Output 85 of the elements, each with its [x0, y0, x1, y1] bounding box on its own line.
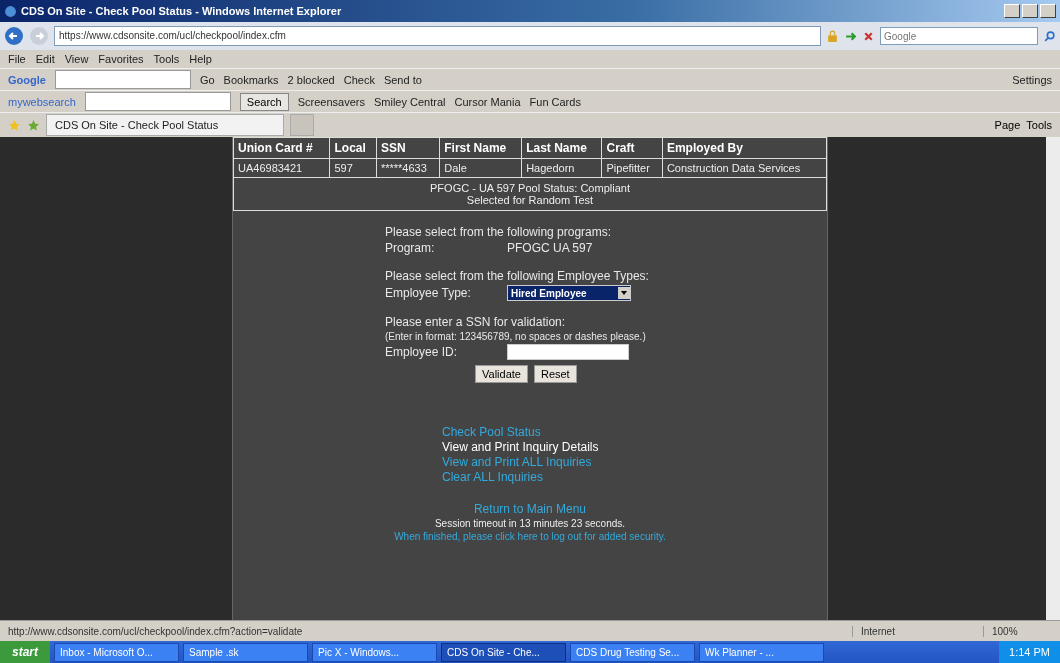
- column-header: Craft: [602, 137, 663, 159]
- taskbar-item[interactable]: CDS On Site - Che...: [441, 642, 566, 662]
- format-hint: (Enter in format: 123456789, no spaces or dashes please.): [385, 331, 647, 342]
- menu-item[interactable]: Tools: [153, 53, 180, 65]
- menu-item[interactable]: Favorites: [98, 53, 144, 65]
- forward-icon[interactable]: [29, 26, 49, 46]
- column-header: Union Card #: [233, 137, 330, 159]
- toolbar-button[interactable]: Bookmarks: [223, 73, 279, 86]
- search-field[interactable]: Google: [880, 27, 1038, 45]
- menu-item[interactable]: File: [8, 53, 26, 65]
- maximize-button[interactable]: [1022, 4, 1038, 18]
- employee-type-dropdown[interactable]: Hired Employee: [507, 285, 631, 301]
- nav-link[interactable]: Check Pool Status: [442, 425, 599, 440]
- employee-id-field[interactable]: [507, 344, 629, 360]
- column-header: Employed By: [662, 137, 827, 159]
- table-cell: Pipefitter: [602, 158, 663, 178]
- toolbar-link[interactable]: Fun Cards: [529, 95, 581, 108]
- taskbar-item[interactable]: CDS Drug Testing Se...: [570, 642, 695, 662]
- address-field[interactable]: https://www.cdsonsite.com/ucl/checkpool/index.cfm: [54, 26, 821, 46]
- nav-link[interactable]: View and Print ALL Inquiries: [442, 455, 599, 470]
- logout-link[interactable]: When finished, please click here to log out for added security.: [394, 531, 666, 542]
- clock: 1:14 PM: [999, 641, 1060, 663]
- field-label: Program:: [385, 241, 436, 255]
- table-cell: UA46983421: [233, 158, 330, 178]
- prompt-text: Please select from the following Employee Types:: [385, 269, 649, 283]
- pool-status-text: PFOGC - UA 597 Pool Status: Compliant: [429, 182, 631, 194]
- toolbar-link[interactable]: Cursor Mania: [454, 95, 521, 108]
- toolbar-label: Google: [8, 73, 46, 86]
- toolbar-link[interactable]: Screensavers: [297, 95, 365, 108]
- search-button[interactable]: Search: [239, 92, 289, 111]
- browser-logo-icon: [4, 4, 17, 18]
- toolbar-label: mywebsearch: [8, 95, 76, 108]
- caret-icon: [620, 289, 628, 297]
- toolbar-button[interactable]: Go: [199, 73, 215, 86]
- menu-item[interactable]: View: [64, 53, 89, 65]
- table-cell: Hagedorn: [521, 158, 602, 178]
- search-icon[interactable]: [1043, 29, 1056, 43]
- main-menu-link[interactable]: Return to Main Menu: [473, 502, 586, 516]
- prompt-text: Please select from the following programs:: [385, 225, 613, 239]
- table-cell: *****4633: [376, 158, 440, 178]
- toolbar-button[interactable]: Check: [343, 73, 375, 86]
- minimize-button[interactable]: [1004, 4, 1020, 18]
- window-title: CDS On Site - Check Pool Status - Windows Internet Explorer: [21, 5, 343, 17]
- field-label: Employee ID:: [385, 345, 459, 359]
- star-plus-icon[interactable]: [27, 118, 40, 132]
- back-icon[interactable]: [4, 26, 24, 46]
- scrollbar[interactable]: [1046, 137, 1060, 620]
- lock-icon: [826, 29, 839, 43]
- command-button[interactable]: Page: [994, 119, 1021, 131]
- nav-link[interactable]: Clear ALL Inquiries: [442, 470, 599, 485]
- menu-item[interactable]: Edit: [35, 53, 55, 65]
- security-zone: Internet: [852, 625, 971, 637]
- taskbar-item[interactable]: Inbox - Microsoft O...: [54, 642, 179, 662]
- star-icon[interactable]: [8, 118, 21, 132]
- toolbar-search-field[interactable]: [54, 70, 191, 89]
- column-header: SSN: [376, 137, 440, 159]
- table-cell: 597: [329, 158, 377, 178]
- field-label: Employee Type:: [385, 286, 472, 300]
- zoom-level[interactable]: 100%: [983, 625, 1052, 637]
- settings-button[interactable]: Settings: [1012, 73, 1052, 86]
- start-button[interactable]: start: [0, 641, 50, 663]
- form-button[interactable]: Validate: [475, 365, 528, 383]
- toolbar-button[interactable]: Send to: [383, 73, 422, 86]
- table-cell: Dale: [439, 158, 522, 178]
- toolbar-button[interactable]: 2 blocked: [287, 73, 335, 86]
- status-text: http://www.cdsonsite.com/ucl/checkpool/index.cfm?action=validate: [8, 625, 304, 637]
- prompt-text: Please enter a SSN for validation:: [385, 315, 567, 329]
- column-header: Local: [329, 137, 377, 159]
- table-cell: Construction Data Services: [662, 158, 827, 178]
- column-header: Last Name: [521, 137, 602, 159]
- browser-tab[interactable]: CDS On Site - Check Pool Status: [46, 114, 284, 136]
- menu-item[interactable]: Help: [189, 53, 212, 65]
- command-button[interactable]: Tools: [1026, 119, 1052, 131]
- close-button[interactable]: [1040, 4, 1056, 18]
- toolbar-link[interactable]: Smiley Central: [374, 95, 446, 108]
- taskbar-item[interactable]: Pic X - Windows...: [312, 642, 437, 662]
- toolbar-search-field[interactable]: [84, 92, 231, 111]
- program-value: PFOGC UA 597: [507, 241, 593, 255]
- form-button[interactable]: Reset: [533, 365, 577, 383]
- pool-status-text: Selected for Random Test: [465, 194, 595, 206]
- taskbar-item[interactable]: Sample .sk: [183, 642, 308, 662]
- column-header: First Name: [439, 137, 522, 159]
- nav-text: View and Print Inquiry Details: [442, 440, 599, 455]
- taskbar-item[interactable]: Wk Planner - ...: [699, 642, 824, 662]
- session-timeout-text: Session timeout in 13 minutes 23 seconds.: [434, 518, 626, 529]
